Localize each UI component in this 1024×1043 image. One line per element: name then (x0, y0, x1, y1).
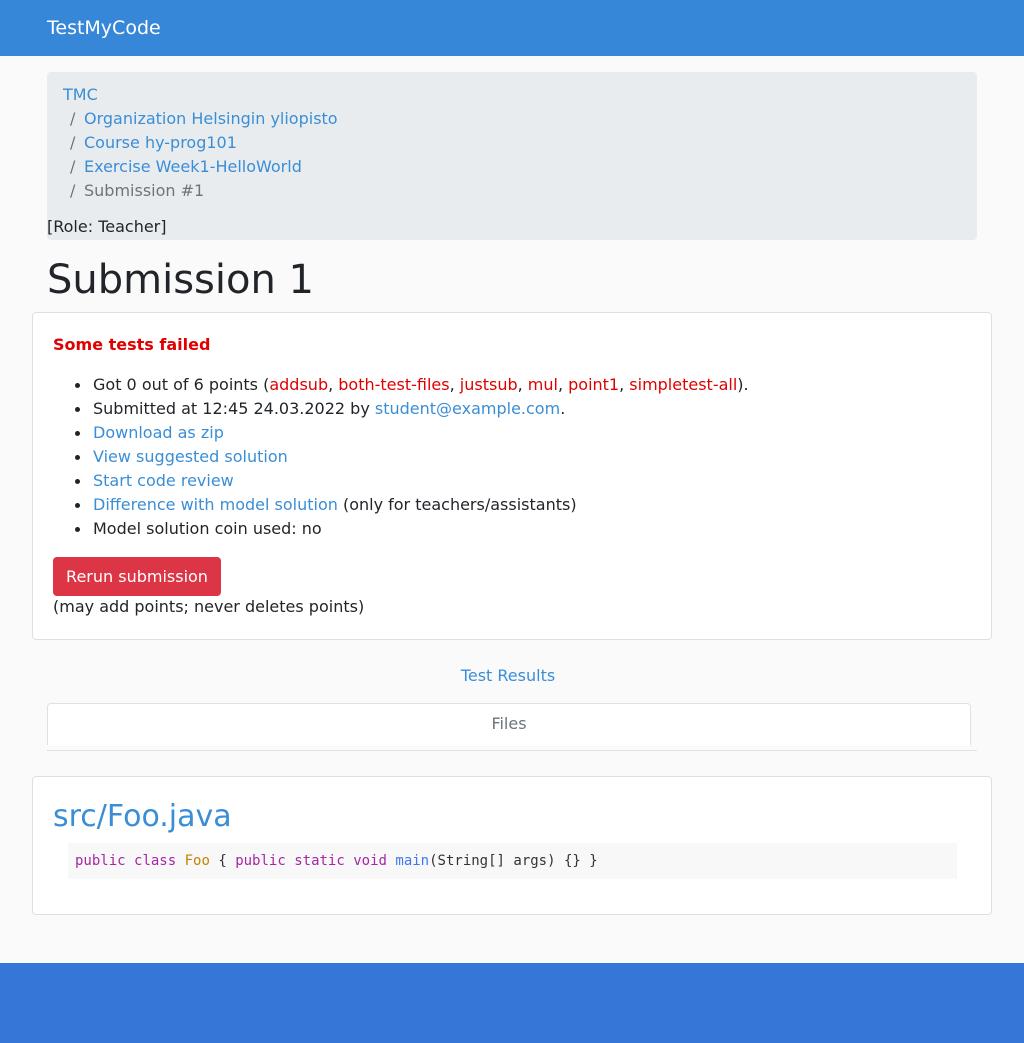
code-keyword: public (75, 853, 126, 869)
model-solution-diff-link[interactable]: Difference with model solution (93, 495, 338, 514)
tab-files[interactable]: Files (47, 703, 971, 745)
breadcrumb-separator: / (70, 133, 76, 152)
failed-test-link[interactable]: mul (528, 375, 558, 394)
submitted-text: Submitted at 12:45 24.03.2022 by (93, 399, 375, 418)
code-keyword: static (294, 853, 345, 869)
code-rest: (String[] args) {} } (429, 853, 598, 869)
file-path-link[interactable]: src/Foo.java (53, 797, 232, 837)
breadcrumb-link-organization[interactable]: Organization Helsingin yliopisto (84, 109, 338, 128)
failed-test-link[interactable]: simpletest-all (629, 375, 737, 394)
code-block: public class Foo { public static void ma… (68, 843, 957, 879)
breadcrumb-item-submission: / Submission #1 (63, 179, 204, 203)
breadcrumb-item-course: / Course hy-prog101 (63, 131, 237, 155)
code-keyword: class (134, 853, 177, 869)
navbar: TestMyCode (0, 0, 1024, 56)
tab-test-results[interactable]: Test Results (0, 664, 1016, 688)
breadcrumb: TMC / Organization Helsingin yliopisto / C… (47, 72, 977, 240)
submitter-email-link[interactable]: student@example.com (375, 399, 560, 418)
breadcrumb-item-tmc: TMC (63, 83, 98, 107)
page-title: Submission 1 (47, 257, 314, 303)
download-item: Download as zip (75, 421, 749, 445)
points-suffix: ). (737, 375, 749, 394)
submitted-item: Submitted at 12:45 24.03.2022 by student… (75, 397, 749, 421)
breadcrumb-separator: / (70, 157, 76, 176)
start-code-review-link[interactable]: Start code review (93, 471, 234, 490)
breadcrumb-link-tmc[interactable]: TMC (63, 85, 98, 104)
breadcrumb-current: Submission #1 (84, 181, 205, 200)
code-class-name: Foo (184, 853, 210, 869)
rerun-submission-button[interactable]: Rerun submission (53, 557, 221, 596)
role-indicator: [Role: Teacher] (47, 217, 167, 236)
brand-link[interactable]: TestMyCode (47, 17, 161, 39)
download-zip-link[interactable]: Download as zip (93, 423, 224, 442)
points-text: Got 0 out of 6 points ( (93, 375, 270, 394)
view-suggested-solution-link[interactable]: View suggested solution (93, 447, 288, 466)
breadcrumb-link-exercise[interactable]: Exercise Week1-HelloWorld (84, 157, 302, 176)
code-keyword: void (353, 853, 387, 869)
breadcrumb-separator: / (70, 109, 76, 128)
rerun-note: (may add points; never deletes points) (53, 597, 365, 616)
failed-test-link[interactable]: justsub (460, 375, 518, 394)
code-punctuation: { (209, 853, 236, 869)
code-method-name: main (395, 853, 430, 869)
failed-test-link[interactable]: both-test-files (338, 375, 449, 394)
tabs-divider (47, 750, 977, 751)
breadcrumb-separator: / (70, 181, 76, 200)
points-item: Got 0 out of 6 points (addsub, both-test… (75, 373, 749, 397)
breadcrumb-item-exercise: / Exercise Week1-HelloWorld (63, 155, 302, 179)
failed-test-link[interactable]: point1 (568, 375, 619, 394)
footer (0, 963, 1024, 1043)
review-item: Start code review (75, 469, 749, 493)
submitted-suffix: . (560, 399, 566, 418)
coin-used-text: Model solution coin used: no (93, 519, 322, 538)
failed-test-link[interactable]: addsub (269, 375, 328, 394)
submission-summary-card: Some tests failed Got 0 out of 6 points … (32, 312, 992, 640)
code-keyword: public (235, 853, 286, 869)
breadcrumb-item-organization: / Organization Helsingin yliopisto (63, 107, 338, 131)
solution-item: View suggested solution (75, 445, 749, 469)
diff-item: Difference with model solution (only for… (75, 493, 749, 517)
diff-note: (only for teachers/assistants) (337, 495, 577, 514)
file-card: src/Foo.java public class Foo { public s… (32, 776, 992, 915)
breadcrumb-link-course[interactable]: Course hy-prog101 (84, 133, 237, 152)
coin-item: Model solution coin used: no (75, 517, 749, 541)
submission-info-list: Got 0 out of 6 points (addsub, both-test… (75, 373, 749, 541)
status-message: Some tests failed (53, 335, 211, 354)
